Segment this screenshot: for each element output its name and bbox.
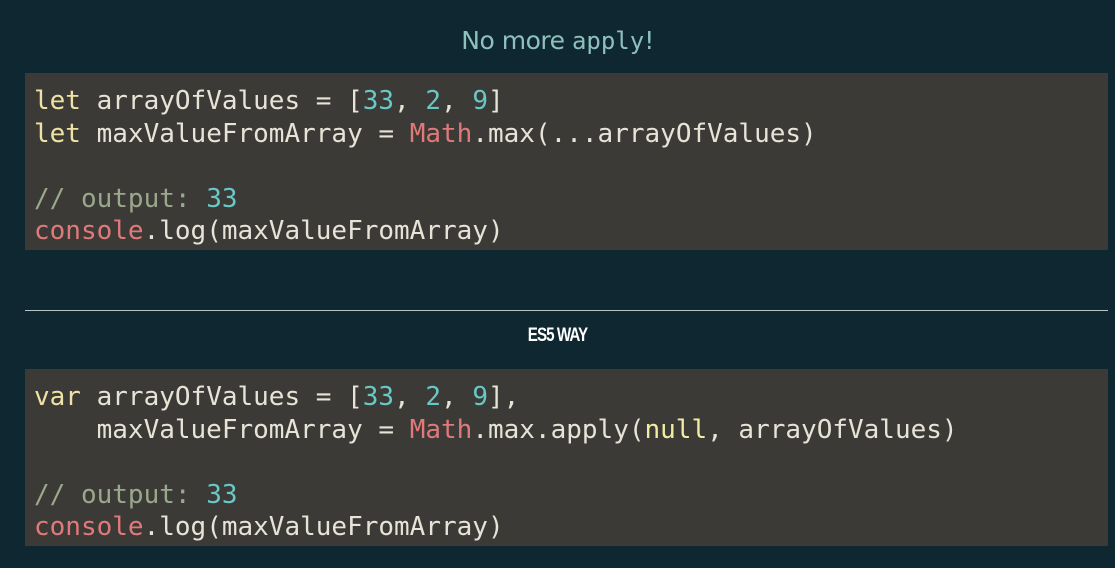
keyword-token: let bbox=[34, 118, 81, 149]
comment-token: // output: bbox=[34, 183, 207, 214]
code-token: , bbox=[441, 382, 473, 412]
code-token: .max.apply( bbox=[472, 414, 645, 445]
code-token: ] bbox=[487, 86, 504, 116]
number-token: 2 bbox=[425, 86, 442, 116]
code-line: console.log(maxValueFromArray) bbox=[34, 215, 1108, 248]
code-line: var arrayOfValues = [33, 2, 9], bbox=[34, 381, 1108, 414]
section-heading: ES5 WAY bbox=[527, 325, 588, 346]
code-line: console.log(maxValueFromArray) bbox=[34, 511, 1108, 544]
code-token: , bbox=[394, 382, 426, 412]
number-token: 2 bbox=[425, 382, 442, 412]
section-divider bbox=[25, 310, 1108, 311]
code-line: let arrayOfValues = [33, 2, 9] bbox=[34, 85, 1108, 118]
number-token: 9 bbox=[472, 382, 488, 412]
title-prefix: No more bbox=[461, 26, 572, 55]
es6-code-block: let arrayOfValues = [33, 2, 9] let maxVa… bbox=[25, 73, 1108, 250]
comment-token: // output: bbox=[34, 479, 207, 510]
code-token: ], bbox=[487, 382, 520, 412]
es5-code-block: var arrayOfValues = [33, 2, 9], maxValue… bbox=[25, 369, 1108, 546]
title-code: apply bbox=[571, 27, 645, 55]
number-token: 33 bbox=[206, 183, 238, 214]
title-suffix: ! bbox=[644, 26, 654, 55]
code-token: maxValueFromArray = bbox=[34, 414, 410, 445]
code-token: .log(maxValueFromArray) bbox=[143, 512, 504, 542]
object-token: Math bbox=[409, 118, 473, 149]
code-token: , bbox=[441, 86, 473, 116]
number-token: 33 bbox=[362, 86, 395, 116]
code-line: let maxValueFromArray = Math.max(...arra… bbox=[34, 118, 1108, 151]
code-line: maxValueFromArray = Math.max.apply(null,… bbox=[34, 414, 1108, 447]
code-token: , arrayOfValues) bbox=[707, 414, 958, 445]
number-token: 9 bbox=[472, 86, 488, 116]
number-token: 33 bbox=[206, 479, 238, 510]
keyword-token: let bbox=[34, 86, 81, 116]
code-comment-line: // output: 33 bbox=[34, 479, 1108, 512]
object-token: console bbox=[34, 512, 144, 542]
blank-code-line bbox=[34, 150, 1108, 183]
object-token: Math bbox=[409, 414, 473, 445]
null-literal-token: null bbox=[644, 414, 708, 445]
code-token: arrayOfValues = [ bbox=[80, 86, 363, 116]
number-token: 33 bbox=[362, 382, 395, 412]
code-comment-line: // output: 33 bbox=[34, 183, 1108, 216]
code-token: .log(maxValueFromArray) bbox=[143, 216, 504, 246]
keyword-token: var bbox=[34, 382, 81, 412]
code-token: maxValueFromArray = bbox=[80, 118, 410, 149]
slide-title: No more apply! bbox=[0, 26, 1115, 55]
blank-code-line bbox=[34, 446, 1108, 479]
object-token: console bbox=[34, 216, 144, 246]
code-token: arrayOfValues = [ bbox=[80, 382, 363, 412]
code-token: , bbox=[394, 86, 426, 116]
code-token: .max(...arrayOfValues) bbox=[472, 118, 817, 149]
